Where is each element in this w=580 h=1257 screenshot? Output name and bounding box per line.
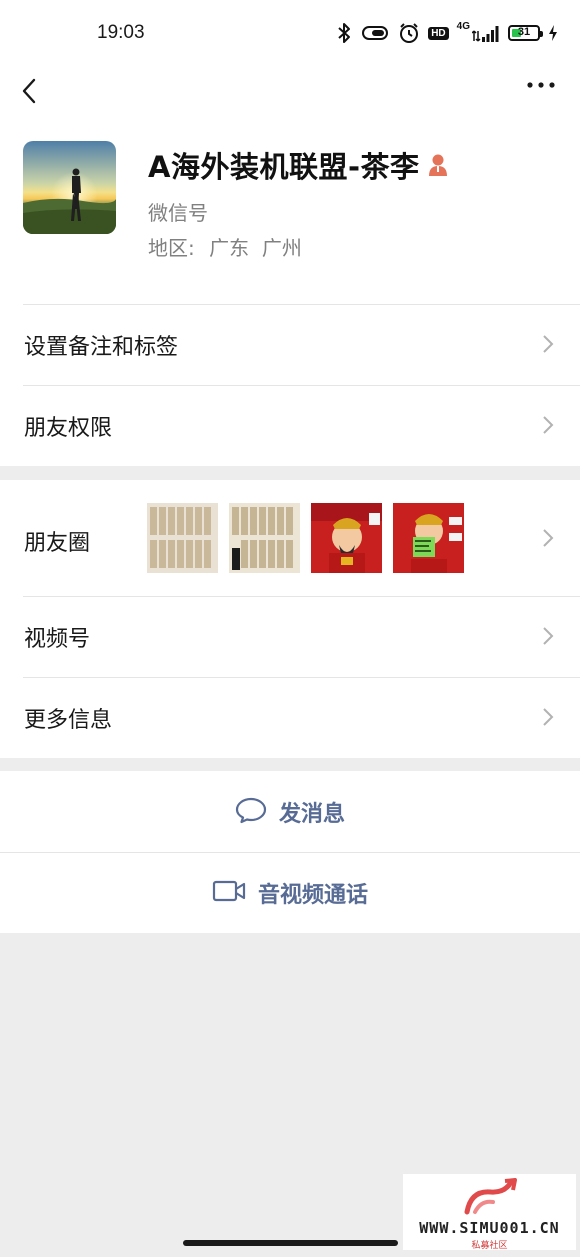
status-icons: HD 4G 31 [336, 20, 558, 46]
battery-level: 31 [517, 26, 531, 38]
profile-name: A海外装机联盟-茶李 [148, 150, 420, 184]
back-arrow-icon[interactable] [18, 70, 48, 110]
remark-tags-label: 设置备注和标签 [24, 335, 179, 360]
moments-thumbnail [147, 503, 218, 573]
home-indicator[interactable] [183, 1240, 398, 1246]
moments-thumbnail [393, 503, 464, 573]
moments-row[interactable]: 朋友圈 [0, 480, 580, 596]
top-nav-bar [0, 62, 580, 122]
profile-name-row: A海外装机联盟-茶李 [148, 144, 449, 186]
region-label: 地区: [148, 236, 195, 260]
network-type: 4G [456, 20, 470, 32]
avatar[interactable] [23, 141, 116, 234]
battery-icon: 31 [508, 25, 543, 41]
region-value: 广东 广州 [209, 236, 302, 260]
region-info: 地区: 广东 广州 [148, 232, 302, 261]
chevron-right-icon [542, 626, 554, 646]
chat-bubble-icon [235, 796, 267, 828]
send-message-button[interactable]: 发消息 [0, 771, 580, 852]
vibrate-icon [360, 23, 390, 43]
remark-tags-row[interactable]: 设置备注和标签 [0, 304, 580, 385]
alarm-icon [398, 22, 420, 44]
gender-female-icon [427, 153, 449, 177]
charging-icon [548, 24, 558, 42]
video-call-label: 音视频通话 [257, 882, 368, 908]
video-camera-icon [212, 879, 246, 907]
chevron-right-icon [542, 707, 554, 727]
moments-label: 朋友圈 [24, 531, 91, 556]
moments-thumbnail [229, 503, 300, 573]
moments-thumbnail [311, 503, 382, 573]
content-group: 朋友圈 视频号 更多信息 [0, 480, 580, 758]
moments-thumbnails [147, 503, 464, 573]
action-group: 发消息 音视频通话 [0, 771, 580, 933]
more-info-label: 更多信息 [24, 708, 113, 733]
watermark-site: WWW.SIMU001.CN [419, 1219, 560, 1237]
channels-label: 视频号 [24, 627, 91, 652]
video-call-button[interactable]: 音视频通话 [0, 852, 580, 933]
watermark-subtitle: 私募社区 [471, 1241, 508, 1251]
chevron-right-icon [542, 334, 554, 354]
bluetooth-icon [336, 22, 352, 44]
hd-badge: HD [428, 26, 449, 40]
friend-permissions-label: 朋友权限 [24, 416, 113, 441]
status-bar: 19:03 HD 4G 31 [0, 0, 580, 62]
chevron-right-icon [542, 528, 554, 548]
profile-header: A海外装机联盟-茶李 微信号 地区: 广东 广州 [0, 122, 580, 304]
settings-group: 设置备注和标签 朋友权限 [0, 304, 580, 466]
friend-permissions-row[interactable]: 朋友权限 [0, 385, 580, 466]
wechat-id-label: 微信号 [148, 201, 208, 225]
watermark: WWW.SIMU001.CN 私募社区 [403, 1174, 576, 1251]
chevron-right-icon [542, 415, 554, 435]
status-time: 19:03 [97, 22, 145, 43]
more-options-icon[interactable] [526, 75, 556, 95]
more-info-row[interactable]: 更多信息 [0, 677, 580, 758]
watermark-logo-icon [461, 1178, 521, 1222]
send-message-label: 发消息 [278, 801, 345, 827]
channels-row[interactable]: 视频号 [0, 596, 580, 677]
signal-icon [472, 23, 500, 43]
